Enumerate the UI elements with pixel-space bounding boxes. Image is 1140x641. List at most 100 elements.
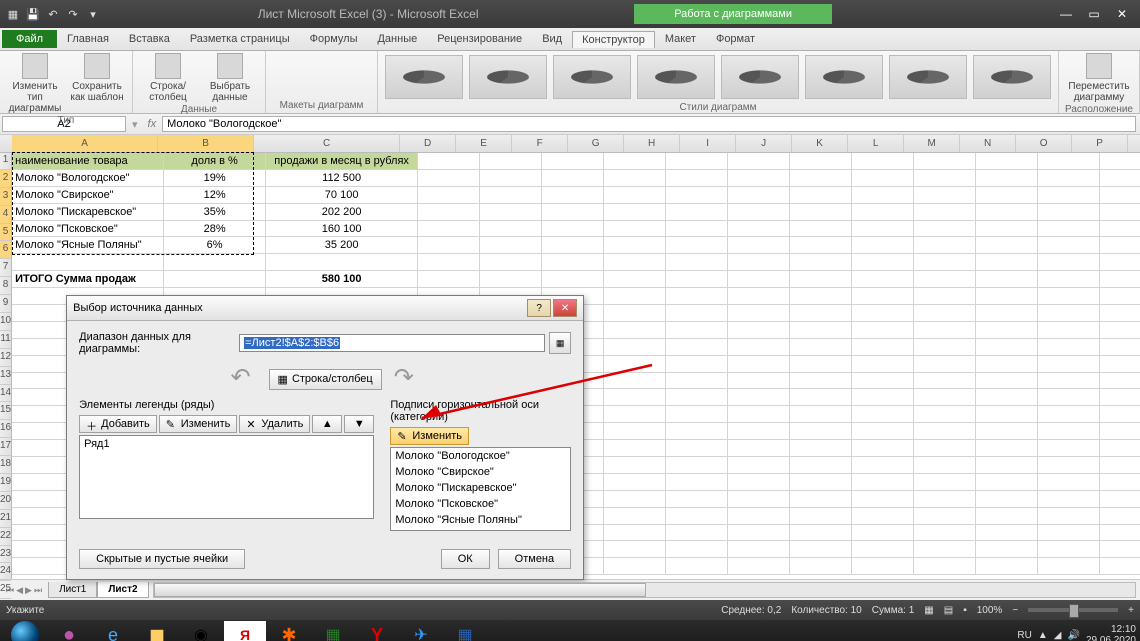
axis-item[interactable]: Молоко "Вологодское": [391, 448, 570, 464]
cell-E5[interactable]: [480, 221, 542, 238]
cell-H20[interactable]: [666, 474, 728, 491]
horizontal-scrollbar[interactable]: [153, 582, 1136, 598]
cell-I1[interactable]: [728, 153, 790, 170]
axis-item[interactable]: Молоко "Свирское": [391, 464, 570, 480]
cell-L6[interactable]: [914, 237, 976, 254]
legend-item[interactable]: Ряд1: [80, 436, 373, 452]
cell-E4[interactable]: [480, 204, 542, 221]
chart-style-2[interactable]: [469, 55, 547, 99]
cell-H23[interactable]: [666, 525, 728, 542]
dialog-close-icon[interactable]: ✕: [553, 299, 577, 317]
cell-K15[interactable]: [852, 389, 914, 406]
cell-I25[interactable]: [728, 558, 790, 575]
cell-K2[interactable]: [852, 170, 914, 187]
cell-N4[interactable]: [1038, 204, 1100, 221]
cell-N15[interactable]: [1038, 389, 1100, 406]
cell-K5[interactable]: [852, 221, 914, 238]
axis-item[interactable]: Молоко "Пискаревское": [391, 480, 570, 496]
row-header-10[interactable]: 10: [0, 313, 11, 331]
formula-bar[interactable]: Молоко "Вологодское": [162, 116, 1136, 132]
row-header-11[interactable]: 11: [0, 331, 11, 349]
cell-H15[interactable]: [666, 389, 728, 406]
cell-N17[interactable]: [1038, 423, 1100, 440]
cell-O21[interactable]: [1100, 491, 1140, 508]
cell-M2[interactable]: [976, 170, 1038, 187]
col-header-L[interactable]: L: [848, 135, 904, 152]
cell-C3[interactable]: 70 100: [266, 187, 418, 204]
tab-view[interactable]: Вид: [532, 30, 572, 48]
row-header-4[interactable]: 4: [0, 206, 11, 224]
close-icon[interactable]: ✕: [1108, 5, 1136, 23]
col-header-J[interactable]: J: [736, 135, 792, 152]
cell-L18[interactable]: [914, 440, 976, 457]
cell-N3[interactable]: [1038, 187, 1100, 204]
cell-G21[interactable]: [604, 491, 666, 508]
tab-constructor[interactable]: Конструктор: [572, 31, 655, 48]
cell-G23[interactable]: [604, 525, 666, 542]
cell-M17[interactable]: [976, 423, 1038, 440]
cell-J5[interactable]: [790, 221, 852, 238]
name-box-dropdown-icon[interactable]: ▾: [132, 118, 138, 131]
cell-D1[interactable]: [418, 153, 480, 170]
taskbar-explorer[interactable]: ▆: [136, 621, 178, 641]
cell-D3[interactable]: [418, 187, 480, 204]
cell-M1[interactable]: [976, 153, 1038, 170]
sheet-nav-next-icon[interactable]: ▶: [25, 585, 32, 596]
zoom-out-icon[interactable]: −: [1012, 605, 1018, 616]
collapse-dialog-icon[interactable]: ▦: [549, 332, 571, 354]
switch-row-column-button[interactable]: ▦Строка/столбец: [269, 369, 382, 390]
cell-J7[interactable]: [790, 254, 852, 271]
cell-F7[interactable]: [542, 254, 604, 271]
cell-N10[interactable]: [1038, 305, 1100, 322]
taskbar-yandex-search[interactable]: Я: [224, 621, 266, 641]
cell-I8[interactable]: [728, 271, 790, 288]
taskbar-app-orange[interactable]: ✱: [268, 621, 310, 641]
cell-K22[interactable]: [852, 508, 914, 525]
cell-K8[interactable]: [852, 271, 914, 288]
taskbar-excel[interactable]: ▦: [312, 621, 354, 641]
tab-page-layout[interactable]: Разметка страницы: [180, 30, 300, 48]
tray-lang[interactable]: RU: [1017, 630, 1031, 641]
cell-K24[interactable]: [852, 541, 914, 558]
cell-I10[interactable]: [728, 305, 790, 322]
cell-J15[interactable]: [790, 389, 852, 406]
cell-N11[interactable]: [1038, 322, 1100, 339]
cell-L1[interactable]: [914, 153, 976, 170]
cell-G7[interactable]: [604, 254, 666, 271]
cell-I9[interactable]: [728, 288, 790, 305]
cell-G10[interactable]: [604, 305, 666, 322]
cell-O20[interactable]: [1100, 474, 1140, 491]
cell-K4[interactable]: [852, 204, 914, 221]
cell-I19[interactable]: [728, 457, 790, 474]
cell-G9[interactable]: [604, 288, 666, 305]
cell-E6[interactable]: [480, 237, 542, 254]
chart-style-7[interactable]: [889, 55, 967, 99]
cell-B4[interactable]: 35%: [164, 204, 266, 221]
cell-N9[interactable]: [1038, 288, 1100, 305]
col-header-B[interactable]: B: [158, 135, 254, 152]
cell-J19[interactable]: [790, 457, 852, 474]
cell-H1[interactable]: [666, 153, 728, 170]
cell-I20[interactable]: [728, 474, 790, 491]
row-header-21[interactable]: 21: [0, 510, 11, 528]
row-header-18[interactable]: 18: [0, 456, 11, 474]
cell-M8[interactable]: [976, 271, 1038, 288]
cell-G13[interactable]: [604, 356, 666, 373]
edit-axis-labels-button[interactable]: ✎Изменить: [390, 427, 469, 445]
dialog-help-icon[interactable]: ?: [527, 299, 551, 317]
cell-G5[interactable]: [604, 221, 666, 238]
cell-M10[interactable]: [976, 305, 1038, 322]
cell-J3[interactable]: [790, 187, 852, 204]
chart-range-input[interactable]: =Лист2!$A$2:$B$6: [239, 334, 545, 352]
dialog-title-bar[interactable]: Выбор источника данных ? ✕: [67, 296, 583, 321]
cell-K7[interactable]: [852, 254, 914, 271]
cell-K17[interactable]: [852, 423, 914, 440]
sheet-tab-1[interactable]: Лист1: [48, 582, 97, 598]
cell-I5[interactable]: [728, 221, 790, 238]
remove-series-button[interactable]: ✕Удалить: [239, 415, 310, 433]
taskbar-yandex[interactable]: ●: [48, 621, 90, 641]
cell-H10[interactable]: [666, 305, 728, 322]
cell-M15[interactable]: [976, 389, 1038, 406]
cell-B3[interactable]: 12%: [164, 187, 266, 204]
cell-M7[interactable]: [976, 254, 1038, 271]
